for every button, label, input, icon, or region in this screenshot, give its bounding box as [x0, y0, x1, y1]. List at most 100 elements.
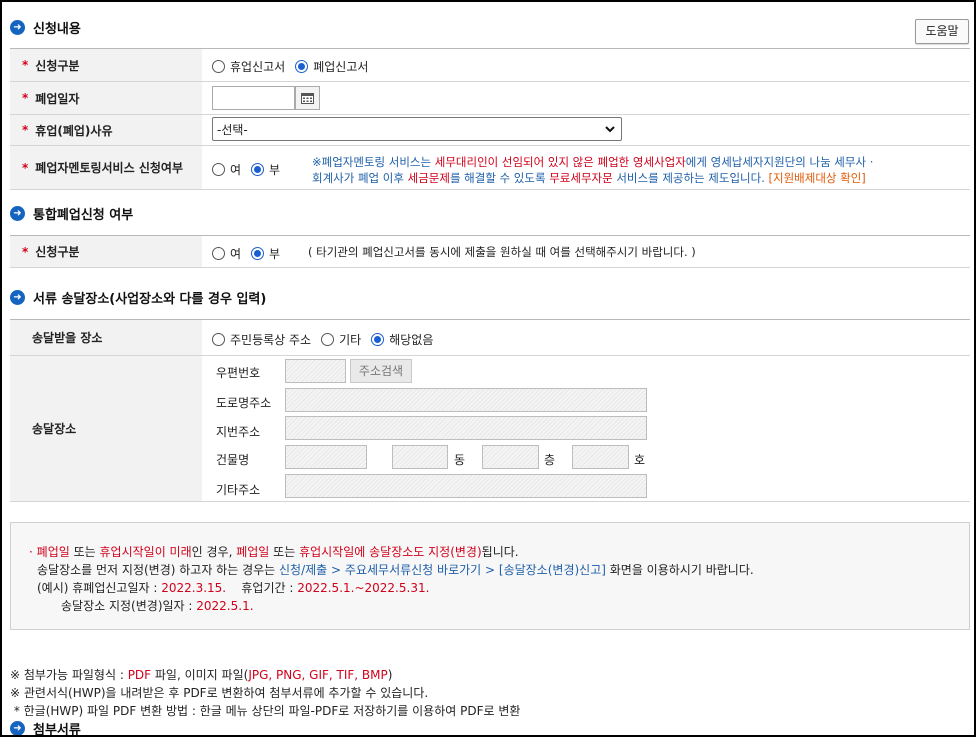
building-input[interactable] [285, 445, 367, 469]
radio-label: 기타 [339, 333, 362, 347]
row-label-integrated-type: * 신청구분 [10, 236, 202, 267]
notice-text: 또는 [269, 545, 300, 559]
row-label-reason: * 휴업(폐업)사유 [10, 115, 202, 145]
address-search-button[interactable]: 주소검색 [350, 359, 412, 383]
radio-circle-selected[interactable] [295, 60, 309, 73]
etc-address-input[interactable] [285, 474, 647, 498]
divider [10, 267, 970, 268]
notice-highlight: 세금문제 [407, 171, 450, 185]
reason-select[interactable]: -선택- [212, 117, 622, 141]
radio-mentoring-yes[interactable]: 여 [212, 161, 241, 178]
row-label-mentoring: * 폐업자멘토링서비스 신청여부 [10, 146, 202, 189]
notice-line-3: (예시) 휴폐업신고일자 : 2022.3.15. 휴업기간 : 2022.5.… [37, 579, 429, 596]
radio-label: 휴업신고서 [230, 60, 286, 74]
radio-temp-closure[interactable]: 휴업신고서 [212, 58, 285, 75]
radio-circle-selected[interactable] [371, 333, 385, 346]
road-address-input[interactable] [285, 388, 647, 412]
closing-date-input[interactable] [212, 86, 295, 110]
section-header-integrated: ➜ 통합폐업신청 여부 [10, 204, 133, 223]
footer-highlight: JPG, PNG, GIF, TIF, BMP [248, 668, 388, 682]
section-header-attachments: ➜ 첨부서류 [10, 719, 81, 737]
notice-menu-path: 신청/제출 > 주요세무서류신청 바로가기 > [송달장소(변경)신고] [279, 563, 606, 577]
section-header-delivery: ➜ 서류 송달장소(사업장소와 다를 경우 입력) [10, 288, 266, 307]
row-label-type: * 신청구분 [10, 49, 202, 81]
notice-text: 화면을 이용하시기 바랍니다. [605, 563, 754, 577]
notice-highlight: 세무대리인이 선임되어 있지 않은 [434, 155, 598, 169]
radio-circle[interactable] [321, 333, 335, 346]
radio-circle-selected[interactable] [251, 163, 265, 176]
row-label-closing-date: * 폐업일자 [10, 82, 202, 114]
notice-highlight: 폐업일 [236, 545, 270, 559]
required-mark: * [22, 123, 29, 137]
section-title: 첨부서류 [33, 723, 81, 737]
radio-circle[interactable] [212, 333, 225, 346]
label-text: 폐업일자 [35, 91, 80, 106]
footer-note-3: * 한글(HWP) 파일 PDF 변환 방법 : 한글 메뉴 상단의 파일-PD… [10, 704, 521, 718]
radio-circle[interactable] [212, 60, 225, 73]
floor-input[interactable] [482, 445, 539, 469]
footer-note-2: ※ 관련서식(HWP)을 내려받은 후 PDF로 변환하여 첨부서류에 추가할 … [10, 686, 429, 700]
label-text: 송달받을 장소 [32, 331, 103, 345]
notice-text: 회계사가 폐업 이후 [312, 171, 408, 185]
required-mark: * [22, 58, 29, 72]
application-form: ➜ 신청내용 도움말 * 신청구분 휴업신고서 폐업신고서 * 폐업일자 * 휴… [0, 0, 976, 737]
radio-circle[interactable] [212, 247, 225, 260]
label-text: 송달장소 [32, 422, 77, 436]
radio-label: 부 [269, 247, 281, 261]
notice-date: 2022.3.15. [161, 581, 227, 595]
section-title: 서류 송달장소(사업장소와 다를 경우 입력) [33, 292, 267, 307]
arrow-circle-icon: ➜ [10, 290, 25, 305]
radio-integrated-yes[interactable]: 여 [212, 245, 241, 262]
integrated-radio-group: 여 부 [212, 245, 290, 262]
integrated-note: ( 타기관의 폐업신고서를 동시에 제출을 원하실 때 여를 선택해주시기 바랍… [308, 245, 696, 259]
footer-text: 파일, 이미지 파일( [151, 668, 249, 682]
radio-none[interactable]: 해당없음 [371, 331, 433, 348]
radio-label: 폐업신고서 [313, 60, 369, 74]
calendar-button[interactable] [295, 86, 320, 110]
ho-input[interactable] [572, 445, 629, 469]
notice-highlight: 폐업한 영세사업자 [597, 155, 686, 169]
road-address-label: 도로명주소 [216, 396, 272, 410]
dong-label: 동 [454, 453, 466, 467]
radio-label: 주민등록상 주소 [230, 333, 312, 347]
notice-text: 서비스를 제공하는 제도입니다. [612, 171, 769, 185]
arrow-circle-icon: ➜ [10, 20, 25, 35]
footer-text: ) [387, 668, 393, 682]
section-header-application: ➜ 신청내용 [10, 18, 81, 37]
radio-other[interactable]: 기타 [321, 331, 361, 348]
radio-integrated-no[interactable]: 부 [251, 245, 280, 262]
calendar-icon [301, 93, 314, 104]
radio-label: 여 [230, 163, 242, 177]
radio-label: 해당없음 [389, 333, 434, 347]
floor-label: 층 [544, 453, 556, 467]
notice-highlight: 무료세무자문 [549, 171, 613, 185]
notice-text: 송달장소를 먼저 지정(변경) 하고자 하는 경우는 [37, 563, 280, 577]
delivery-place-radio-group: 주민등록상 주소 기타 해당없음 [212, 331, 443, 348]
lot-address-input[interactable] [285, 416, 647, 440]
footer-note-1: ※ 첨부가능 파일형식 : PDF 파일, 이미지 파일(JPG, PNG, G… [10, 666, 392, 683]
lot-address-label: 지번주소 [216, 425, 261, 439]
help-button[interactable]: 도움말 [915, 19, 969, 44]
mentoring-notice-line1: ※폐업자멘토링 서비스는 세무대리인이 선임되어 있지 않은 폐업한 영세사업자… [312, 154, 873, 170]
radio-circle[interactable] [212, 163, 225, 176]
arrow-circle-icon: ➜ [10, 206, 25, 221]
notice-text: 에게 영세납세자지원단의 나눔 세무사 · [685, 155, 874, 169]
radio-circle-selected[interactable] [251, 247, 265, 260]
notice-highlight: 폐업일 [36, 545, 70, 559]
notice-date: 2022.5.1.~2022.5.31. [297, 581, 430, 595]
zip-label: 우편번호 [216, 366, 261, 380]
radio-mentoring-no[interactable]: 부 [251, 161, 280, 178]
notice-line-2: 송달장소를 먼저 지정(변경) 하고자 하는 경우는 신청/제출 > 주요세무서… [37, 561, 754, 578]
dong-input[interactable] [392, 445, 448, 469]
radio-closure[interactable]: 폐업신고서 [295, 58, 368, 75]
notice-text: 휴업기간 : [226, 581, 298, 595]
radio-resident-address[interactable]: 주민등록상 주소 [212, 331, 311, 348]
exclusion-link[interactable]: [지원배제대상 확인] [769, 171, 866, 185]
notice-text: 송달장소 지정(변경)일자 : [61, 599, 197, 613]
label-text: 휴업(폐업)사유 [35, 123, 113, 138]
section-title: 통합폐업신청 여부 [33, 208, 134, 223]
zip-input[interactable] [285, 359, 346, 383]
notice-highlight: 휴업시작일에 송달장소도 지정(변경) [299, 545, 482, 559]
notice-line-4: 송달장소 지정(변경)일자 : 2022.5.1. [61, 597, 254, 614]
select-value: -선택- [217, 122, 248, 137]
